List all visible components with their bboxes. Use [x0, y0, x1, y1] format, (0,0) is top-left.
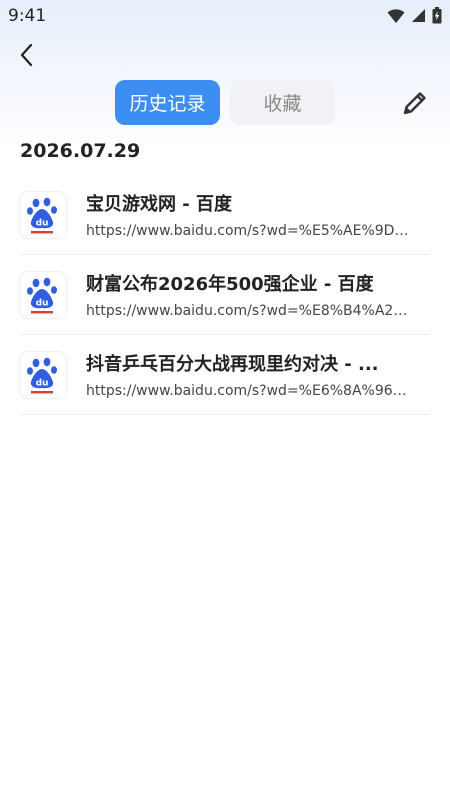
history-list: du 宝贝游戏网 - 百度 https://www.baidu.com/s?wd… — [20, 175, 430, 415]
wifi-icon — [387, 8, 405, 23]
back-button[interactable] — [12, 40, 42, 70]
header: 历史记录 收藏 — [0, 36, 450, 136]
status-icons — [387, 7, 442, 24]
history-item-url: https://www.baidu.com/s?wd=%E5%AE%9D%E8.… — [86, 223, 416, 239]
svg-text:du: du — [36, 379, 49, 389]
history-item[interactable]: du 抖音乒乓百分大战再现里约对决 - ... https://www.baid… — [20, 335, 430, 415]
history-item-title: 抖音乒乓百分大战再现里约对决 - ... — [86, 354, 379, 375]
baidu-paw-icon: du — [20, 192, 66, 238]
battery-charging-icon — [432, 7, 442, 24]
history-item-url: https://www.baidu.com/s?wd=%E8%B4%A2%E5.… — [86, 303, 416, 319]
cellular-signal-icon — [412, 9, 425, 22]
tab-favorites[interactable]: 收藏 — [230, 80, 335, 125]
status-bar: 9:41 — [0, 0, 450, 32]
history-item-url: https://www.baidu.com/s?wd=%E6%8A%96%E9.… — [86, 383, 416, 399]
svg-text:du: du — [36, 219, 49, 229]
baidu-paw-icon: du — [20, 272, 66, 318]
svg-text:du: du — [36, 299, 49, 309]
status-time: 9:41 — [8, 6, 47, 26]
history-item[interactable]: du 财富公布2026年500强企业 - 百度 https://www.baid… — [20, 255, 430, 335]
history-item-title: 宝贝游戏网 - 百度 — [86, 194, 233, 215]
baidu-paw-icon: du — [20, 352, 66, 398]
history-item[interactable]: du 宝贝游戏网 - 百度 https://www.baidu.com/s?wd… — [20, 175, 430, 255]
history-item-title: 财富公布2026年500强企业 - 百度 — [86, 274, 374, 295]
pencil-icon — [403, 92, 426, 115]
edit-button[interactable] — [398, 86, 432, 120]
chevron-left-icon — [20, 43, 33, 67]
history-date-header: 2026.07.29 — [20, 140, 141, 162]
tab-history[interactable]: 历史记录 — [115, 80, 220, 125]
